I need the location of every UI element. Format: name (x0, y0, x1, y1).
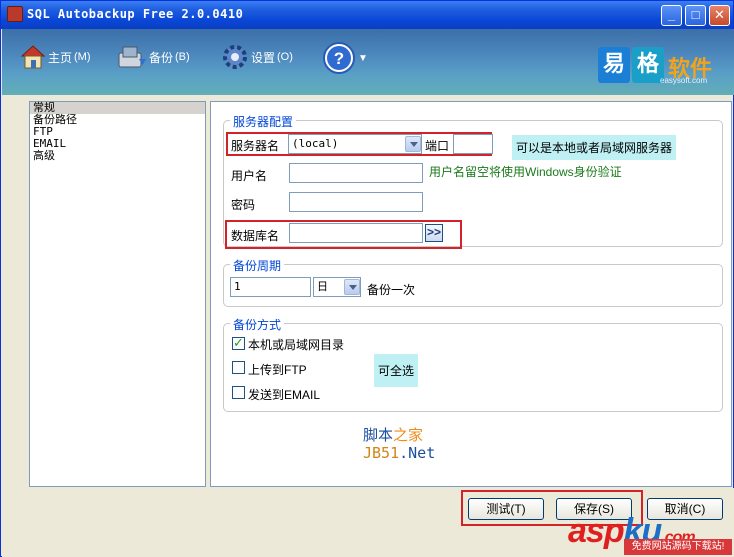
local-dir-checkbox[interactable] (232, 335, 245, 351)
help-icon: ? (323, 42, 355, 74)
port-label: 端口 (425, 139, 450, 153)
toolbar: 主页 (M) 备份 (B) 设置 (O) ? ▼ 易 格 软件 easysoft… (2, 29, 734, 95)
maximize-button[interactable]: □ (685, 5, 706, 26)
password-input[interactable] (289, 192, 423, 212)
help-button[interactable]: ? ▼ (322, 41, 368, 75)
title-bar: SQL Autobackup Free 2.0.0410 _ □ ✕ (1, 1, 733, 29)
settings-nav: 常规 备份路径 FTP EMAIL 高级 (29, 101, 206, 487)
backup-icon (118, 46, 146, 68)
ftp-label: 上传到FTP (248, 363, 307, 377)
period-suffix: 备份一次 (367, 283, 416, 297)
watermark-jb51-net: JB51.Net (363, 444, 436, 462)
backup-label: 备份 (149, 50, 174, 65)
svg-text:?: ? (334, 49, 344, 68)
logo-char-1: 易 (598, 47, 630, 83)
chevron-down-icon[interactable] (405, 136, 421, 152)
server-config-title: 服务器配置 (230, 113, 297, 130)
backup-period-title: 备份周期 (230, 257, 285, 274)
window-title: SQL Autobackup Free 2.0.0410 (27, 7, 244, 21)
email-label: 发送到EMAIL (248, 388, 321, 402)
close-button[interactable]: ✕ (709, 5, 730, 26)
settings-content: 服务器配置 服务器名 (local) 端口 可以是本地或者局域网服务器 用户名 … (210, 101, 732, 487)
gear-icon (223, 45, 247, 69)
backup-shortcut: (B) (175, 51, 190, 63)
watermark-aspku-sub: 免费网站源码下载站! (624, 539, 732, 555)
home-label: 主页 (48, 50, 73, 65)
username-label: 用户名 (231, 169, 268, 183)
app-icon (7, 6, 23, 22)
select-all-hint: 可全选 (374, 354, 419, 387)
database-name-label: 数据库名 (231, 229, 280, 243)
server-hint: 可以是本地或者局域网服务器 (512, 135, 677, 160)
database-name-input[interactable] (289, 223, 423, 243)
server-name-select[interactable]: (local) (288, 134, 422, 154)
ftp-checkbox[interactable] (232, 361, 245, 374)
settings-button[interactable]: 设置 (O) (221, 43, 293, 71)
period-count-input[interactable]: 1 (230, 277, 311, 297)
browse-database-button[interactable]: >> (425, 224, 443, 242)
backup-method-title: 备份方式 (230, 316, 285, 333)
help-dropdown-icon[interactable]: ▼ (358, 53, 368, 64)
settings-shortcut: (O) (277, 51, 293, 63)
username-input[interactable] (289, 163, 423, 183)
backup-button[interactable]: 备份 (B) (117, 43, 190, 71)
local-dir-label: 本机或局域网目录 (248, 338, 345, 352)
server-name-label: 服务器名 (231, 139, 280, 153)
home-button[interactable]: 主页 (M) (20, 43, 91, 71)
brand-logo: 易 格 软件 easysoft.com (598, 47, 722, 87)
nav-item-backup-path[interactable]: 备份路径 (30, 114, 205, 126)
email-checkbox[interactable] (232, 386, 245, 399)
button-bar: 测试(T) 保存(S) 取消(C) aspku.com 免费网站源码下载站! (2, 488, 734, 557)
home-icon (20, 45, 46, 69)
chevron-down-icon[interactable] (344, 279, 360, 295)
app-window: SQL Autobackup Free 2.0.0410 _ □ ✕ 主页 (M… (0, 0, 734, 557)
test-button[interactable]: 测试(T) (468, 498, 544, 520)
minimize-button[interactable]: _ (661, 5, 682, 26)
watermark-jb51-cn: 脚本之家 (363, 427, 424, 444)
nav-item-advanced[interactable]: 高级 (30, 150, 205, 162)
username-hint: 用户名留空将使用Windows身份验证 (429, 165, 622, 179)
logo-subtext: easysoft.com (660, 76, 708, 85)
settings-label: 设置 (251, 50, 276, 65)
port-input[interactable] (453, 134, 493, 154)
password-label: 密码 (231, 198, 256, 212)
home-shortcut: (M) (74, 51, 91, 63)
nav-item-email[interactable]: EMAIL (30, 138, 205, 150)
